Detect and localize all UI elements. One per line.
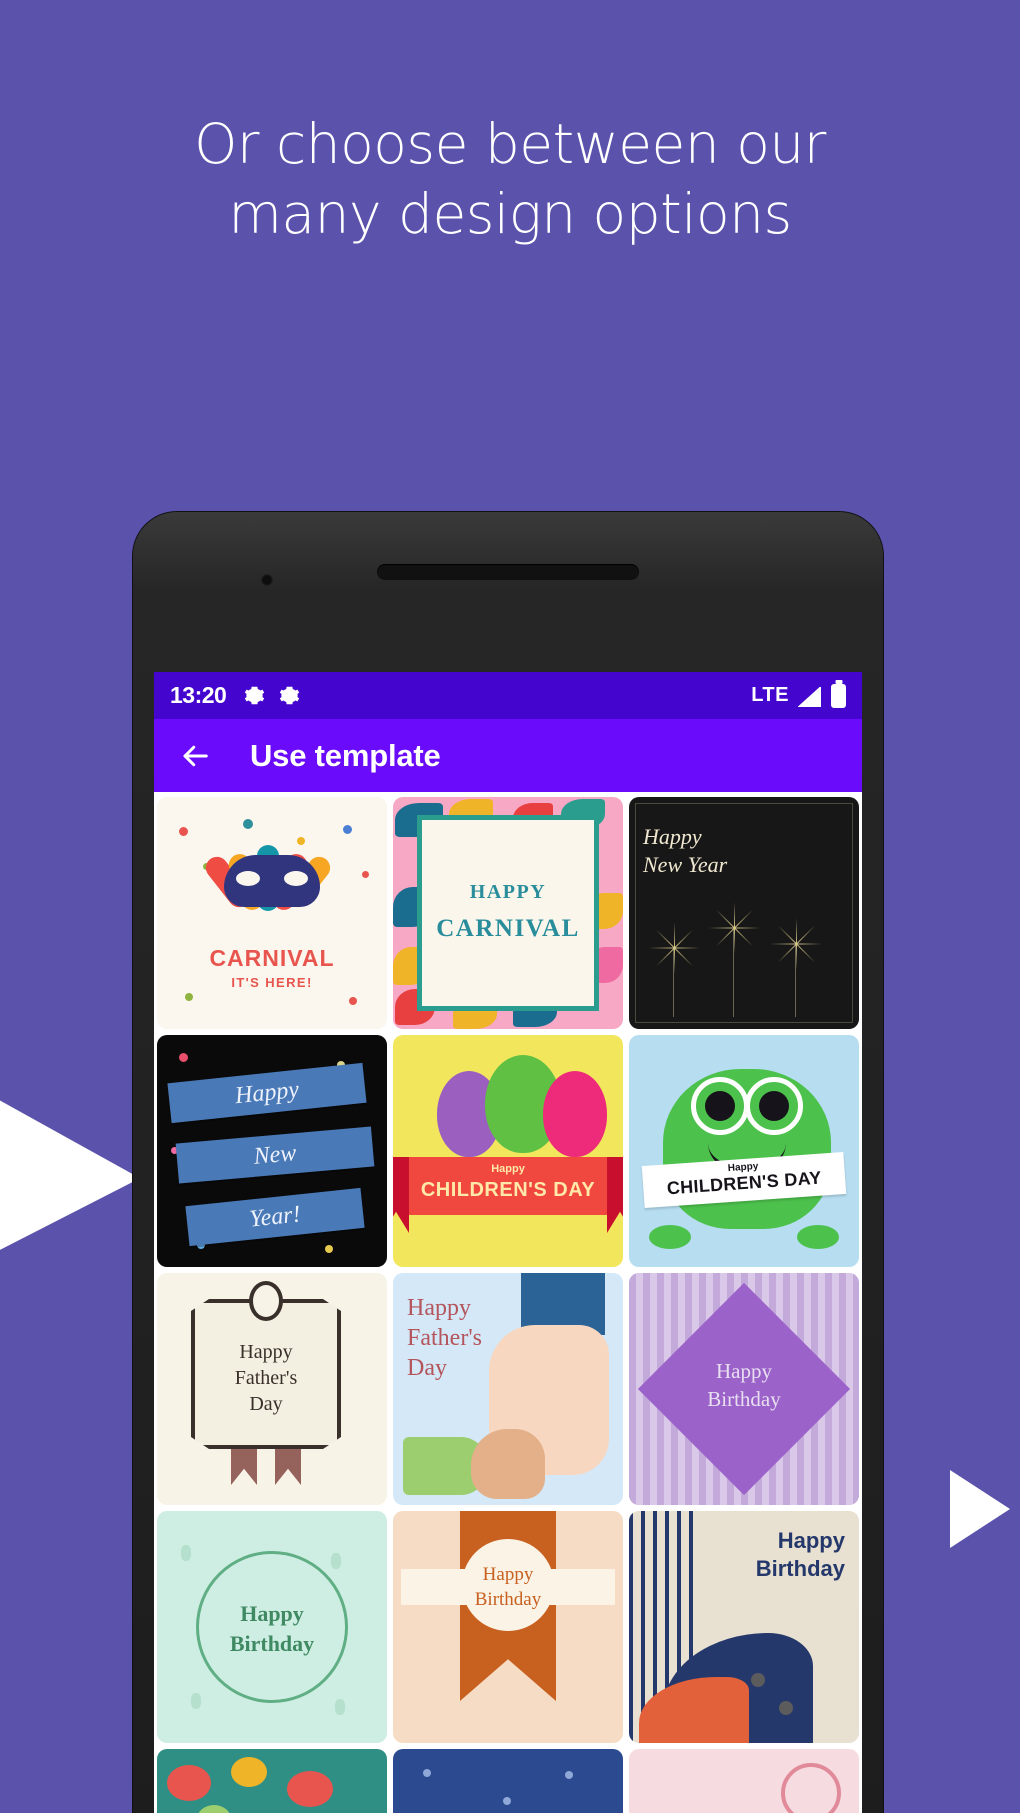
template-card-birthday-banner[interactable]: Happy Birthday xyxy=(393,1511,623,1743)
template-card-childrens-day-frog[interactable]: Happy CHILDREN'S DAY xyxy=(629,1035,859,1267)
template-artwork: Happy CHILDREN'S DAY xyxy=(393,1035,623,1267)
template-card-carnival-its-here[interactable]: CARNIVAL IT'S HERE! xyxy=(157,797,387,1029)
template-subtitle: Birthday xyxy=(707,1387,781,1412)
template-card-pink[interactable] xyxy=(629,1749,859,1813)
template-card-happy-carnival[interactable]: HAPPY CARNIVAL xyxy=(393,797,623,1029)
template-caption: Happy Birthday xyxy=(393,1563,623,1612)
template-title: Happy xyxy=(716,1359,772,1383)
template-caption: Happy Birthday xyxy=(756,1527,845,1582)
earpiece-speaker xyxy=(377,564,639,580)
template-artwork: Happy Father's Day xyxy=(157,1273,387,1505)
template-card-birthday-diamond[interactable]: Happy Birthday xyxy=(629,1273,859,1505)
status-bar-time: 13:20 xyxy=(170,682,227,708)
template-card-fathers-day-hands[interactable]: Happy Father's Day xyxy=(393,1273,623,1505)
template-artwork: CARNIVAL IT'S HERE! xyxy=(157,797,387,1029)
template-card-happy-new-year-dark[interactable]: Happy New Year xyxy=(629,797,859,1029)
template-artwork: Happy Birthday xyxy=(157,1511,387,1743)
gear-icon xyxy=(279,685,300,706)
template-artwork: HAPPY CARNIVAL xyxy=(393,797,623,1029)
template-card-happy-new-year-ribbon[interactable]: Happy New Year! xyxy=(157,1035,387,1267)
template-card-navy[interactable] xyxy=(393,1749,623,1813)
template-extra: Day xyxy=(249,1393,283,1415)
template-artwork: Happy New Year! xyxy=(157,1035,387,1267)
gear-icon xyxy=(244,685,265,706)
template-title: Happy xyxy=(239,1341,293,1363)
headline-line-1: Or choose between our xyxy=(194,112,826,176)
template-card-birthday-navy[interactable]: Happy Birthday xyxy=(629,1511,859,1743)
template-artwork: Happy New Year xyxy=(629,797,859,1029)
template-subtitle: CHILDREN'S DAY xyxy=(420,1179,596,1201)
page-title: Use template xyxy=(250,737,441,773)
page-headline: Or choose between our many design option… xyxy=(0,110,1020,250)
template-title: HAPPY xyxy=(469,881,547,903)
back-arrow-icon[interactable] xyxy=(176,737,214,775)
template-artwork: Happy Birthday xyxy=(629,1273,859,1505)
template-card-childrens-day-balloons[interactable]: Happy CHILDREN'S DAY xyxy=(393,1035,623,1267)
template-card-birthday-mint[interactable]: Happy Birthday xyxy=(157,1511,387,1743)
template-caption: Happy Birthday xyxy=(157,1599,387,1658)
template-artwork: Happy CHILDREN'S DAY xyxy=(629,1035,859,1267)
status-bar-notification-icons xyxy=(244,685,300,706)
template-title: Happy xyxy=(407,1295,471,1321)
template-title: Happy xyxy=(240,1601,304,1626)
template-extra: Day xyxy=(407,1355,447,1381)
template-artwork xyxy=(157,1749,387,1813)
template-subtitle: CARNIVAL xyxy=(436,915,580,942)
template-title: Happy xyxy=(233,1076,301,1110)
template-extra: Year! xyxy=(248,1201,302,1233)
template-card-floral[interactable] xyxy=(157,1749,387,1813)
template-title: CARNIVAL xyxy=(209,945,335,971)
template-subtitle: Birthday xyxy=(229,1630,315,1656)
template-subtitle: Birthday xyxy=(755,1555,845,1581)
template-title: Happy xyxy=(491,1163,525,1175)
front-camera xyxy=(261,574,273,586)
template-subtitle: New xyxy=(252,1140,298,1170)
template-title: Happy xyxy=(777,1528,845,1553)
phone-screen: 13:20 LTE Use template CARNIVAL IT'S HER… xyxy=(154,672,862,1813)
template-subtitle: Birthday xyxy=(474,1588,542,1610)
battery-icon xyxy=(831,683,846,708)
template-caption: Happy Father's Day xyxy=(195,1339,337,1417)
template-artwork xyxy=(393,1749,623,1813)
signal-icon xyxy=(797,685,822,707)
decorative-wedge-left xyxy=(0,1095,140,1255)
template-artwork: Happy Birthday xyxy=(629,1511,859,1743)
promo-page: Or choose between our many design option… xyxy=(0,0,1020,1813)
decorative-wedge-right xyxy=(950,1470,1010,1548)
template-artwork: Happy Birthday xyxy=(393,1511,623,1743)
template-caption: Happy Father's Day xyxy=(407,1293,482,1383)
template-card-fathers-day-plaque[interactable]: Happy Father's Day xyxy=(157,1273,387,1505)
template-subtitle: Father's xyxy=(407,1325,482,1351)
template-subtitle: Father's xyxy=(234,1367,298,1389)
template-caption: Happy Birthday xyxy=(629,1357,859,1414)
template-subtitle: IT'S HERE! xyxy=(231,975,313,990)
headline-line-2: many design options xyxy=(228,181,792,246)
template-subtitle: New Year xyxy=(643,851,728,877)
status-bar: 13:20 LTE xyxy=(154,672,862,719)
network-type-label: LTE xyxy=(751,684,789,706)
template-artwork: Happy Father's Day xyxy=(393,1273,623,1505)
app-bar: Use template xyxy=(154,719,862,792)
template-title: Happy xyxy=(643,824,702,849)
template-title: Happy xyxy=(482,1564,534,1585)
phone-mockup: 13:20 LTE Use template CARNIVAL IT'S HER… xyxy=(133,512,883,1813)
template-caption: Happy New Year xyxy=(643,823,727,878)
template-grid: CARNIVAL IT'S HERE! HAPPY CARNIVAL Happy… xyxy=(154,792,862,1813)
status-bar-right-icons: LTE xyxy=(751,683,846,708)
template-artwork xyxy=(629,1749,859,1813)
